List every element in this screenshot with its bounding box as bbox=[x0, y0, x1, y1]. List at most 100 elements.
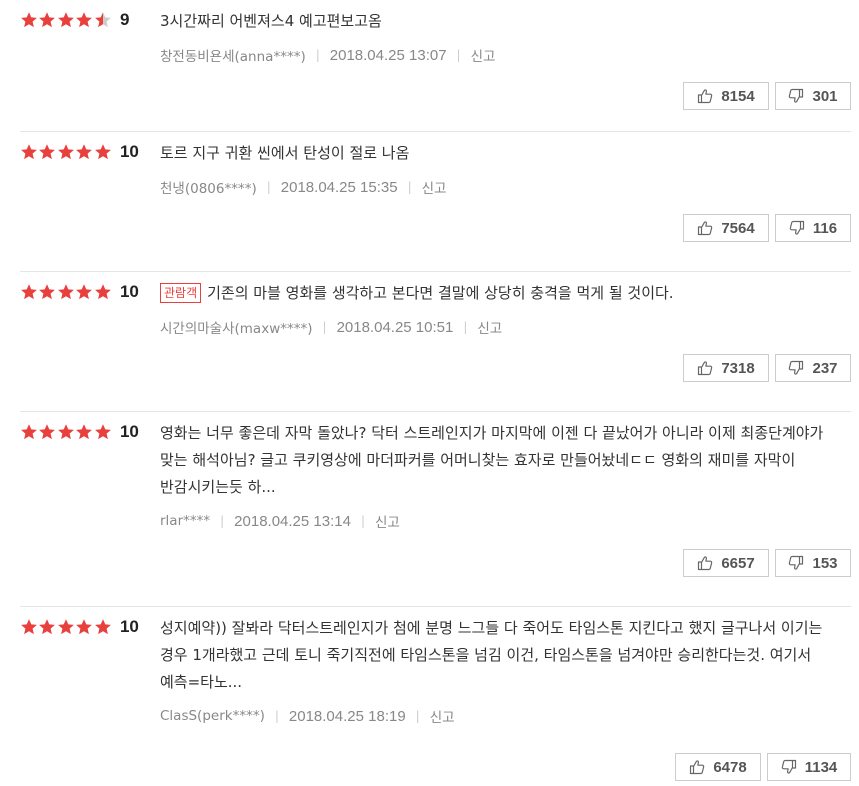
separator: | bbox=[322, 320, 327, 334]
review-text: 관람객 기존의 마블 영화를 생각하고 본다면 결말에 상당히 충격을 먹게 될 … bbox=[160, 280, 841, 307]
separator: | bbox=[266, 180, 271, 194]
review-text: 3시간짜리 어벤져스4 예고편보고옴 bbox=[160, 8, 841, 35]
report-link[interactable]: 신고 bbox=[422, 177, 447, 197]
vote-buttons: 7318 237 bbox=[683, 354, 851, 382]
vote-buttons: 6478 1134 bbox=[675, 753, 851, 781]
star-icon bbox=[94, 284, 111, 300]
star-icon bbox=[76, 144, 93, 160]
report-link[interactable]: 신고 bbox=[375, 511, 400, 531]
star-rating bbox=[20, 11, 112, 29]
rating: 9 bbox=[20, 10, 129, 30]
vote-buttons: 7564 116 bbox=[683, 214, 851, 242]
dislike-count: 153 bbox=[812, 554, 838, 572]
review-item: 10 토르 지구 귀환 씬에서 탄성이 절로 나옴 천냉(0806****) | 2… bbox=[0, 132, 859, 272]
thumbs-down-icon bbox=[788, 88, 804, 104]
star-rating bbox=[20, 143, 112, 161]
rating-score: 10 bbox=[119, 142, 139, 161]
star-icon bbox=[39, 424, 56, 440]
review-body: 토르 지구 귀환 씬에서 탄성이 절로 나옴 천냉(0806****) | 2018… bbox=[160, 140, 841, 197]
review-body: 영화는 너무 좋은데 자막 돌았나? 닥터 스트레인지가 마지막에 이젠 다 끝… bbox=[160, 420, 841, 531]
review-item: 10 관람객 기존의 마블 영화를 생각하고 본다면 결말에 상당히 충격을 먹게… bbox=[0, 272, 859, 412]
separator: | bbox=[360, 514, 365, 528]
star-icon bbox=[21, 284, 37, 300]
review-date: 2018.04.25 13:07 bbox=[329, 46, 447, 64]
report-link[interactable]: 신고 bbox=[477, 317, 502, 337]
thumbs-down-icon bbox=[788, 555, 804, 571]
vote-buttons: 8154 301 bbox=[683, 82, 851, 110]
thumbs-down-icon bbox=[788, 360, 804, 376]
star-icon bbox=[57, 12, 74, 28]
review-body: 성지예약)) 잘봐라 닥터스트레인지가 첨에 분명 느그들 다 죽어도 타임스톤… bbox=[160, 615, 841, 726]
like-button[interactable]: 6478 bbox=[675, 753, 761, 781]
like-button[interactable]: 7564 bbox=[683, 214, 769, 242]
star-icon bbox=[39, 284, 56, 300]
like-button[interactable]: 8154 bbox=[683, 82, 769, 110]
review-meta: rlar**** | 2018.04.25 13:14 | 신고 bbox=[160, 511, 841, 532]
review-text-content: 토르 지구 귀환 씬에서 탄성이 절로 나옴 bbox=[160, 144, 410, 162]
dislike-button[interactable]: 116 bbox=[775, 214, 851, 242]
separator: | bbox=[456, 48, 461, 62]
like-count: 7564 bbox=[721, 219, 755, 237]
thumbs-down-icon bbox=[781, 759, 797, 775]
star-icon bbox=[76, 424, 93, 440]
dislike-button[interactable]: 1134 bbox=[767, 753, 851, 781]
review-text-content: 기존의 마블 영화를 생각하고 본다면 결말에 상당히 충격을 먹게 될 것이다… bbox=[207, 284, 674, 302]
star-rating bbox=[20, 423, 112, 441]
star-icon bbox=[94, 144, 111, 160]
review-item: 10 성지예약)) 잘봐라 닥터스트레인지가 첨에 분명 느그들 다 죽어도 타… bbox=[0, 607, 859, 786]
dislike-button[interactable]: 153 bbox=[775, 549, 851, 577]
thumbs-up-icon bbox=[697, 220, 713, 236]
separator: | bbox=[463, 320, 468, 334]
star-icon bbox=[39, 619, 56, 635]
review-author: 천냉(0806****) bbox=[160, 181, 257, 197]
star-icon bbox=[76, 12, 93, 28]
star-icon bbox=[94, 12, 111, 28]
star-icon bbox=[21, 12, 37, 28]
star-icon bbox=[57, 284, 74, 300]
like-count: 7318 bbox=[721, 359, 755, 377]
star-icon bbox=[39, 12, 56, 28]
rating-score: 10 bbox=[119, 422, 139, 441]
star-icon bbox=[57, 424, 74, 440]
report-link[interactable]: 신고 bbox=[471, 45, 496, 65]
review-date: 2018.04.25 10:51 bbox=[336, 318, 454, 336]
report-link[interactable]: 신고 bbox=[430, 706, 455, 726]
like-button[interactable]: 7318 bbox=[683, 354, 769, 382]
review-author: 창전동비욘세(anna****) bbox=[160, 49, 306, 65]
separator: | bbox=[415, 709, 420, 723]
separator: | bbox=[315, 48, 320, 62]
star-icon bbox=[76, 619, 93, 635]
separator: | bbox=[274, 709, 279, 723]
star-icon bbox=[39, 144, 56, 160]
dislike-count: 116 bbox=[812, 219, 838, 237]
star-icon bbox=[57, 619, 74, 635]
star-icon bbox=[21, 424, 37, 440]
review-text: 성지예약)) 잘봐라 닥터스트레인지가 첨에 분명 느그들 다 죽어도 타임스톤… bbox=[160, 615, 841, 696]
rating-score: 10 bbox=[119, 282, 139, 301]
audience-badge: 관람객 bbox=[160, 283, 202, 303]
review-date: 2018.04.25 13:14 bbox=[234, 512, 351, 530]
rating-score: 9 bbox=[119, 10, 130, 29]
star-icon bbox=[21, 619, 37, 635]
review-text-content: 3시간짜리 어벤져스4 예고편보고옴 bbox=[160, 12, 382, 30]
review-date: 2018.04.25 15:35 bbox=[280, 178, 398, 196]
dislike-count: 1134 bbox=[804, 758, 838, 776]
rating: 10 bbox=[20, 422, 139, 442]
star-icon bbox=[21, 144, 37, 160]
review-item: 9 3시간짜리 어벤져스4 예고편보고옴 창전동비욘세(anna****) | 20… bbox=[0, 0, 859, 132]
review-text: 영화는 너무 좋은데 자막 돌았나? 닥터 스트레인지가 마지막에 이젠 다 끝… bbox=[160, 420, 841, 501]
dislike-button[interactable]: 301 bbox=[775, 82, 851, 110]
review-meta: 시간의마술사(maxw****) | 2018.04.25 10:51 | 신고 bbox=[160, 317, 841, 338]
review-meta: 천냉(0806****) | 2018.04.25 15:35 | 신고 bbox=[160, 177, 841, 198]
rating-score: 10 bbox=[119, 617, 139, 636]
review-body: 관람객 기존의 마블 영화를 생각하고 본다면 결말에 상당히 충격을 먹게 될 … bbox=[160, 280, 841, 337]
thumbs-up-icon bbox=[689, 759, 705, 775]
review-meta: 창전동비욘세(anna****) | 2018.04.25 13:07 | 신고 bbox=[160, 45, 841, 66]
like-count: 8154 bbox=[721, 87, 755, 105]
dislike-button[interactable]: 237 bbox=[775, 354, 851, 382]
review-text-content: 성지예약)) 잘봐라 닥터스트레인지가 첨에 분명 느그들 다 죽어도 타임스톤… bbox=[160, 619, 823, 691]
star-icon bbox=[94, 424, 111, 440]
like-button[interactable]: 6657 bbox=[683, 549, 769, 577]
like-count: 6478 bbox=[713, 758, 747, 776]
star-rating bbox=[20, 618, 112, 636]
